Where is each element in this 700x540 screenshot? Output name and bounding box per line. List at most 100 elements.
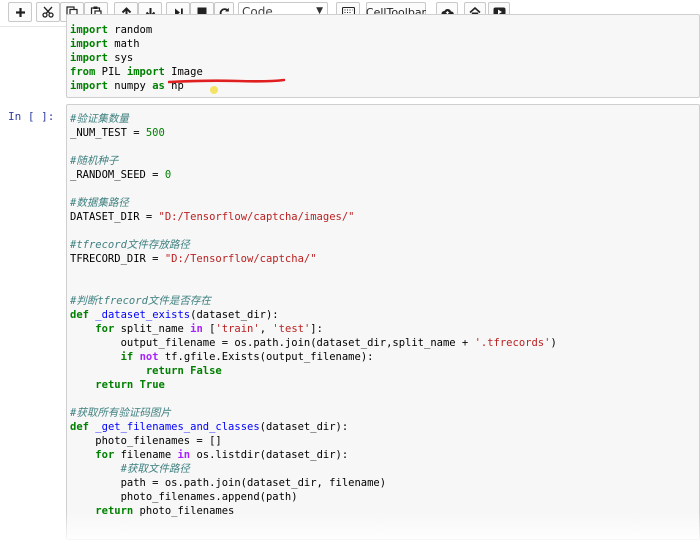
code-line: #判断tfrecord文件是否存在 (70, 294, 557, 308)
code-line: _NUM_TEST = 500 (70, 126, 557, 140)
code-line: #获取所有验证码图片 (70, 406, 557, 420)
code-token: #判断tfrecord文件是否存在 (70, 295, 211, 307)
code-token: tf.gfile.Exists(output_filename): (158, 351, 374, 363)
code-token: "D:/Tensorflow/captcha/images/" (158, 211, 355, 223)
code-token: import (70, 52, 108, 64)
code-token: import (70, 24, 108, 36)
mouse-cursor-highlight (210, 86, 218, 94)
code-token: PIL (95, 66, 127, 78)
code-token: return (145, 365, 184, 377)
bottom-fade (0, 512, 700, 540)
code-line: if not tf.gfile.Exists(output_filename): (70, 350, 557, 364)
code-token: filename (114, 449, 178, 461)
code-line: for filename in os.listdir(dataset_dir): (70, 448, 557, 462)
code-token: "D:/Tensorflow/captcha/" (164, 253, 317, 265)
code-token: True (139, 379, 165, 391)
code-line: photo_filenames = [] (70, 434, 557, 448)
code-token: sys (107, 52, 134, 64)
code-line: DATASET_DIR = "D:/Tensorflow/captcha/ima… (70, 210, 557, 224)
code-line: def _get_filenames_and_classes(dataset_d… (70, 420, 557, 434)
code-line: TFRECORD_DIR = "D:/Tensorflow/captcha/" (70, 252, 557, 266)
code-token: math (107, 38, 140, 50)
code-token: if (120, 351, 134, 363)
code-token: #获取文件路径 (120, 463, 190, 475)
code-line: #随机种子 (70, 154, 557, 168)
code-token: not (139, 351, 159, 363)
code-token: output_filename = os.path.join(dataset_d… (70, 337, 475, 349)
code-token: for (95, 323, 115, 335)
code-token: 'train' (215, 323, 260, 335)
code-token: DATASET_DIR = (70, 211, 159, 223)
code-token: [ (202, 323, 216, 335)
code-token: in (177, 449, 191, 461)
code-token: #tfrecord文件存放路径 (70, 239, 190, 251)
code-line: #验证集数量 (70, 112, 557, 126)
code-line: return False (70, 364, 557, 378)
code-token: import (126, 66, 165, 78)
code-token: ) (550, 337, 557, 349)
code-token: ]: (310, 323, 323, 335)
code-editor[interactable]: #验证集数量 _NUM_TEST = 500 #随机种子 _RANDOM_SEED =… (70, 112, 557, 518)
code-token: #数据集路径 (70, 197, 129, 209)
code-line: import math (70, 37, 203, 51)
code-line: #数据集路径 (70, 196, 557, 210)
code-token: photo_filenames = [] (70, 435, 222, 447)
code-token: photo_filenames.append(path) (70, 491, 298, 503)
code-token: import (70, 38, 108, 50)
code-token: 0 (164, 169, 172, 181)
code-token: #获取所有验证码图片 (70, 407, 171, 419)
code-token: numpy (107, 80, 153, 92)
code-token: False (190, 365, 222, 377)
code-token: _get_filenames_and_classes (95, 421, 260, 433)
code-token: (dataset_dir): (190, 309, 279, 321)
code-token: 500 (145, 127, 165, 139)
code-token: #验证集数量 (70, 113, 129, 125)
code-token: random (107, 24, 153, 36)
code-token: return (95, 379, 134, 391)
code-token: def (70, 421, 89, 433)
code-cell-dataset[interactable]: In [ ]: #验证集数量 _NUM_TEST = 500 #随机种子 _RANDO… (4, 104, 700, 540)
code-line: _RANDOM_SEED = 0 (70, 168, 557, 182)
input-prompt: In [ ]: (8, 110, 55, 123)
code-token: TFRECORD_DIR = (70, 253, 165, 265)
code-line: #tfrecord文件存放路径 (70, 238, 557, 252)
code-token: import (70, 80, 108, 92)
code-token: os.listdir(dataset_dir): (190, 449, 349, 461)
code-token: _NUM_TEST = (70, 127, 146, 139)
code-token: split_name (114, 323, 191, 335)
code-token: def (70, 309, 89, 321)
code-cell-imports[interactable]: import random import math import sys from P… (4, 14, 700, 98)
code-line: def _dataset_exists(dataset_dir): (70, 308, 557, 322)
code-token: '.tfrecords' (474, 337, 551, 349)
code-token: _RANDOM_SEED = (70, 169, 165, 181)
code-line: import random (70, 23, 203, 37)
red-underline-annotation (168, 78, 286, 84)
code-token: 'test' (272, 323, 311, 335)
code-line: for split_name in ['train', 'test']: (70, 322, 557, 336)
code-token: as (152, 80, 165, 92)
code-token: , (259, 323, 273, 335)
code-line: #获取文件路径 (70, 462, 557, 476)
code-token: _dataset_exists (95, 309, 191, 321)
code-token: path = os.path.join(dataset_dir, filenam… (70, 477, 387, 489)
code-line: return True (70, 378, 557, 392)
code-token: for (95, 449, 115, 461)
code-token: (dataset_dir): (259, 421, 349, 433)
code-line: photo_filenames.append(path) (70, 490, 557, 504)
code-token: in (190, 323, 203, 335)
code-line: path = os.path.join(dataset_dir, filenam… (70, 476, 557, 490)
code-line: import sys (70, 51, 203, 65)
code-token: #随机种子 (70, 155, 119, 167)
